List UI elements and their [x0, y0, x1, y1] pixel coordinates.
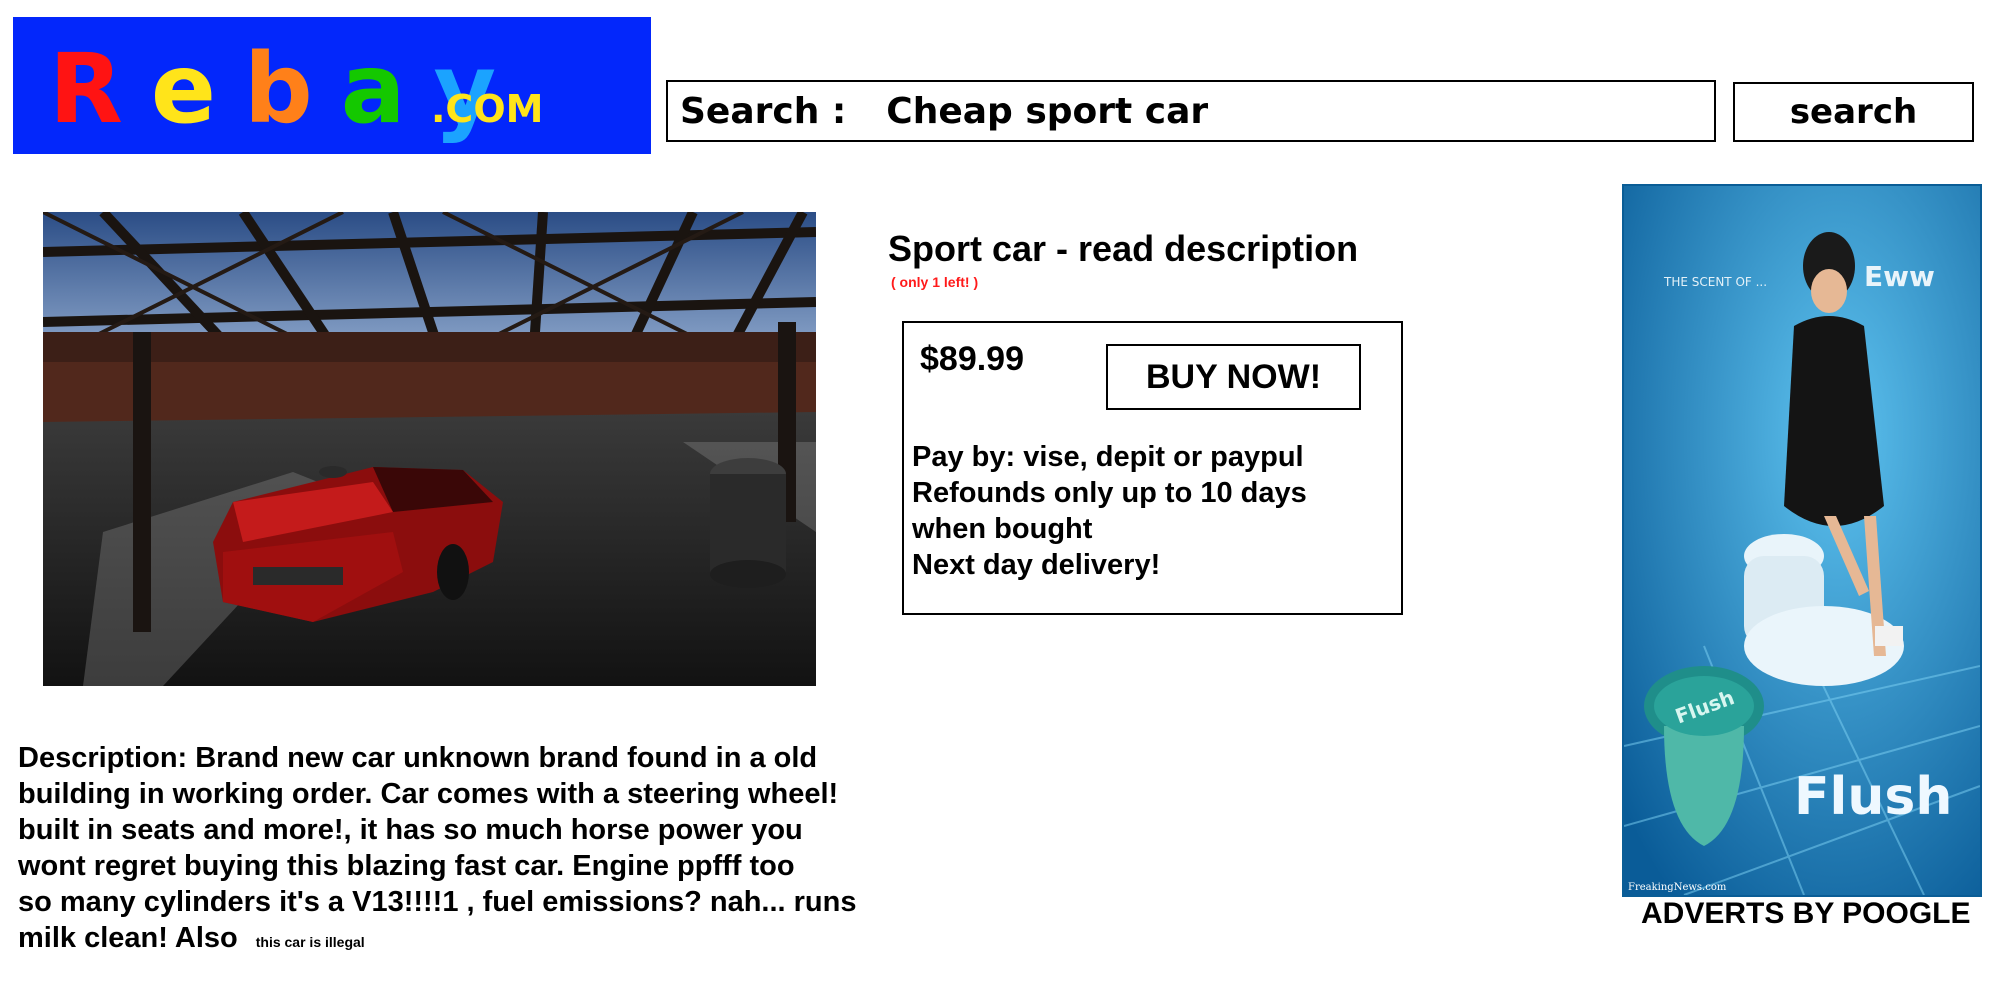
search-prefix-label: Search :: [680, 90, 847, 132]
logo-suffix: .COM: [431, 87, 544, 131]
advert-image: Flush THE SCENT OF ... Eww Flush Freakin…: [1624, 186, 1980, 895]
description: Description: Brand new car unknown brand…: [18, 740, 856, 960]
description-line: so many cylinders it's a V13!!!!1 , fuel…: [18, 886, 857, 918]
purchase-info: Pay by: vise, depit or paypul Refounds o…: [912, 439, 1307, 583]
listing-title: Sport car - read description: [888, 228, 1359, 269]
description-line: wont regret buying this blazing fast car…: [18, 850, 795, 882]
description-line: built in seats and more!, it has so much…: [18, 814, 803, 846]
logo-letter: a: [340, 33, 406, 145]
info-line: Refounds only up to 10 days: [912, 477, 1307, 509]
description-line: milk clean! Also: [18, 922, 238, 954]
price-label: $89.99: [920, 340, 1024, 378]
advert-caption: ADVERTS BY POOGLE: [1641, 897, 1971, 930]
fine-print: this car is illegal: [255, 934, 365, 950]
advert-tagline: THE SCENT OF ...: [1663, 275, 1767, 289]
advert-banner[interactable]: Flush THE SCENT OF ... Eww Flush Freakin…: [1622, 184, 1982, 897]
logo-letter: R: [49, 33, 123, 145]
product-photo-image: [43, 212, 816, 686]
search-button[interactable]: search: [1733, 82, 1974, 142]
description-line: building in working order. Car comes wit…: [18, 778, 839, 810]
search-input[interactable]: Search : Cheap sport car: [666, 80, 1716, 142]
info-line: Next day delivery!: [912, 549, 1161, 581]
purchase-panel: $89.99 BUY NOW! Pay by: vise, depit or p…: [902, 321, 1403, 615]
advert-credit: FreakingNews.com: [1628, 882, 1727, 893]
info-line: when bought: [912, 513, 1093, 545]
logo-letter: b: [244, 33, 313, 145]
product-photo: [43, 212, 816, 686]
info-line: Pay by: vise, depit or paypul: [912, 441, 1304, 473]
search-query-text: Cheap sport car: [886, 90, 1209, 132]
advert-brand: Flush: [1794, 767, 1952, 827]
description-line: Description: Brand new car unknown brand…: [18, 742, 818, 774]
site-logo[interactable]: Rebay .COM: [13, 17, 651, 154]
stock-note: ( only 1 left! ): [891, 274, 979, 290]
advert-reaction: Eww: [1864, 260, 1935, 293]
buy-now-button[interactable]: BUY NOW!: [1106, 344, 1361, 410]
logo-letter: e: [150, 33, 217, 145]
